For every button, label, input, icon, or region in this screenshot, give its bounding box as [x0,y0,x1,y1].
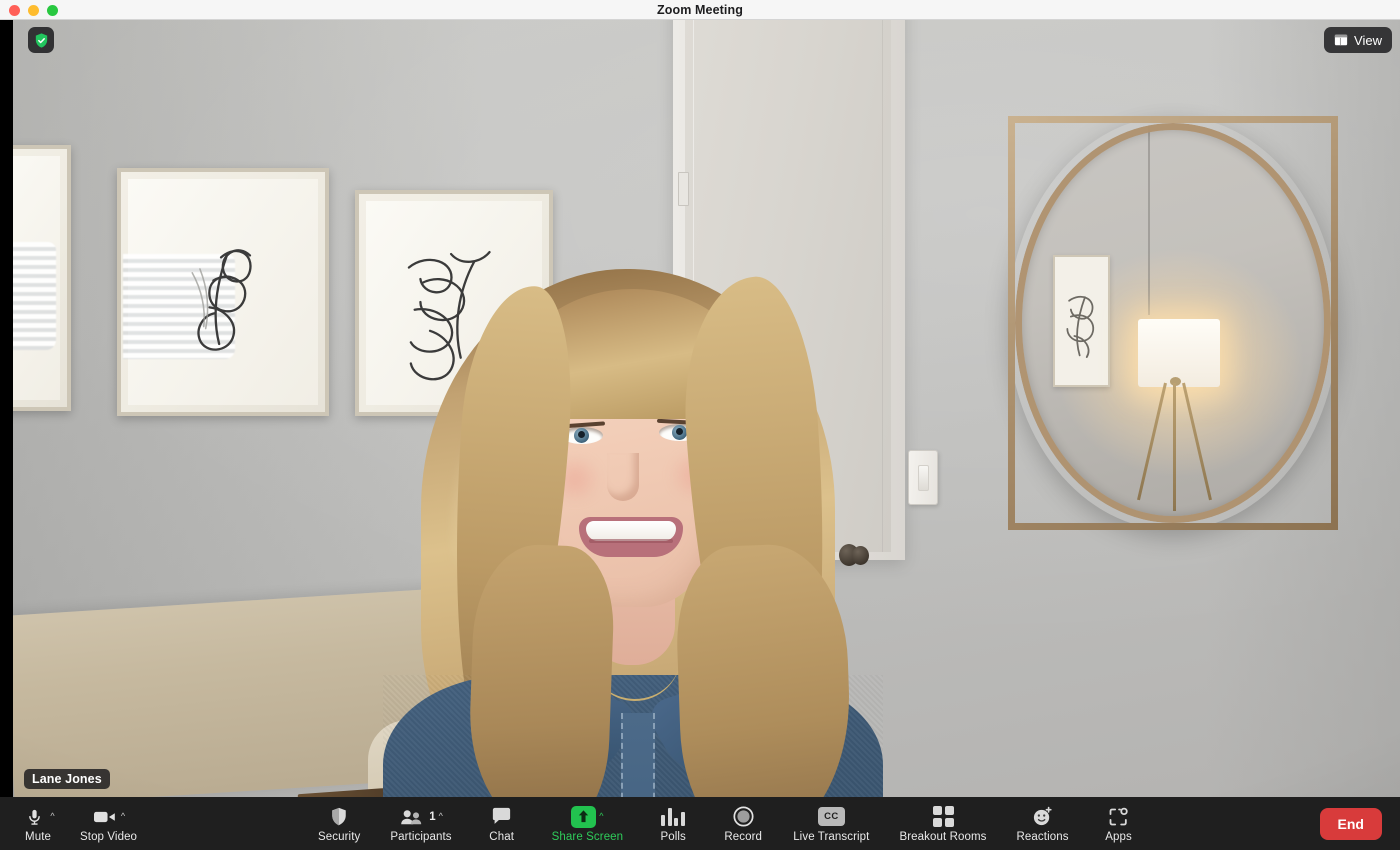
shield-check-icon [35,32,47,48]
share-options-chevron-up-icon[interactable]: ^ [599,812,603,821]
polls-label: Polls [660,831,686,843]
toolbar-item-live-transcript[interactable]: CC Live Transcript [793,804,869,843]
person-portrait [383,245,883,797]
nose [607,453,639,501]
toolbar-item-reactions[interactable]: Reactions [1017,804,1069,843]
stop-video-label: Stop Video [80,831,138,843]
light-switch-plate [908,450,938,505]
microphone-icon [21,805,47,829]
reflected-lamp-shade [1138,319,1221,387]
share-arrow-up-icon [571,805,597,828]
chat-label: Chat [489,831,514,843]
meeting-toolbar: ^ Mute ^ Stop Video Security 1 ^ Partici… [0,797,1400,850]
smiley-plus-icon [1030,805,1056,829]
zoom-meeting-window: Zoom Meeting View Lane Jones ^ Mute ^ St… [0,0,1400,850]
abstract-line-drawing-icon [1066,296,1094,359]
security-label: Security [318,831,361,843]
view-button-label: View [1354,32,1382,48]
reactions-label: Reactions [1016,831,1069,843]
cc-icon: CC [817,807,845,826]
window-title: Zoom Meeting [657,2,743,17]
apps-label: Apps [1105,831,1132,843]
record-label: Record [724,831,763,843]
traffic-light-buttons [9,0,58,20]
door-hinge [678,172,689,206]
participants-count: 1 [429,810,436,823]
minimize-window-button[interactable] [28,4,39,16]
toolbar-item-record[interactable]: Record [723,804,763,843]
abstract-line-drawing-icon [191,249,252,351]
framed-artwork [13,145,71,411]
chat-bubble-icon [489,805,515,829]
reflected-framed-artwork [1052,255,1110,387]
apps-brackets-icon [1106,805,1132,829]
bar-chart-icon [660,807,686,826]
lamp-leg [1173,383,1176,511]
framed-artwork [117,168,329,416]
view-layout-button[interactable]: View [1324,27,1392,53]
grid-four-icon [930,805,956,829]
toolbar-item-breakout-rooms[interactable]: Breakout Rooms [899,804,986,843]
participants-options-chevron-up-icon[interactable]: ^ [439,812,443,821]
toolbar-item-mute[interactable]: ^ Mute [18,804,58,843]
share-screen-label: Share Screen [551,831,624,843]
smiling-mouth [579,517,683,557]
toolbar-item-participants[interactable]: 1 ^ Participants [390,804,452,843]
round-wall-mirror [1008,116,1338,530]
encryption-shield-badge[interactable] [28,27,54,53]
participant-video-tile[interactable]: View Lane Jones [13,20,1400,797]
shirt-placket [621,713,655,797]
close-window-button[interactable] [9,4,20,16]
video-stage: View Lane Jones [0,20,1400,797]
mute-options-chevron-up-icon[interactable]: ^ [50,812,54,821]
end-meeting-button[interactable]: End [1319,807,1382,840]
participant-name-label: Lane Jones [24,769,110,789]
people-icon [399,805,425,829]
record-circle-icon [730,805,756,829]
breakout-rooms-label: Breakout Rooms [899,831,987,843]
participants-label: Participants [390,831,452,843]
live-transcript-label: Live Transcript [793,831,870,843]
toolbar-item-polls[interactable]: Polls [653,804,693,843]
camera-icon [92,805,118,829]
mute-label: Mute [25,831,51,843]
toolbar-item-apps[interactable]: Apps [1099,804,1139,843]
toolbar-item-chat[interactable]: Chat [482,804,522,843]
layout-grid-icon [1334,34,1348,46]
toolbar-item-security[interactable]: Security [318,804,360,843]
toolbar-item-share-screen[interactable]: ^ Share Screen [552,804,624,843]
window-titlebar: Zoom Meeting [0,0,1400,20]
toolbar-item-stop-video[interactable]: ^ Stop Video [80,804,137,843]
maximize-window-button[interactable] [47,4,58,16]
shield-icon [326,805,352,829]
hair-strand [465,542,617,797]
video-options-chevron-up-icon[interactable]: ^ [121,812,125,821]
